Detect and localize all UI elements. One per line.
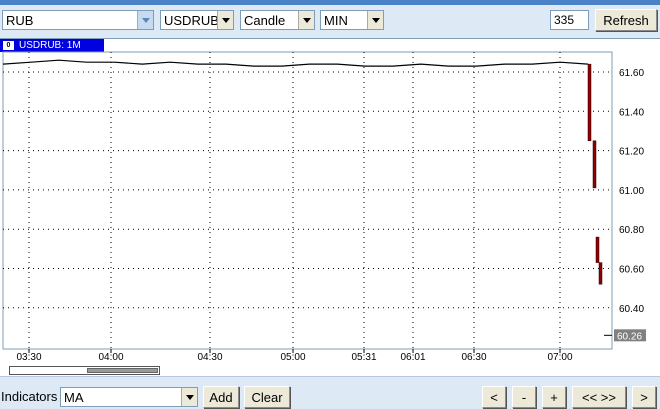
chart-type-value: Candle (244, 12, 286, 28)
candle-down (587, 63, 592, 142)
scroll-right-button[interactable]: > (632, 386, 656, 408)
candle-down (595, 236, 600, 263)
chevron-down-icon[interactable] (181, 388, 197, 406)
zoom-out-button[interactable]: - (512, 386, 536, 408)
x-tick-label: 03:30 (16, 352, 41, 363)
scroll-thumb[interactable] (87, 368, 158, 373)
chart-area[interactable]: 0 USDRUB: 1M 61.60 61.40 61.20 61.00 60.80 60… (0, 38, 660, 364)
x-tick-label: 06:01 (400, 352, 425, 363)
currency-value: RUB (6, 12, 34, 28)
chevron-down-icon[interactable] (217, 11, 233, 29)
y-tick-label: 61.40 (619, 107, 644, 118)
currency-select[interactable]: RUB (2, 10, 154, 30)
add-indicator-button[interactable]: Add (203, 386, 239, 408)
y-tick-label: 60.60 (619, 265, 644, 276)
bottom-bar: Indicators MA Add Clear < - + << >> > (0, 378, 660, 409)
zoom-in-button[interactable]: + (542, 386, 566, 408)
chevron-down-icon[interactable] (137, 11, 153, 29)
chevron-down-icon[interactable] (367, 11, 383, 29)
candle-down (592, 140, 597, 189)
clear-indicators-button[interactable]: Clear (244, 386, 290, 408)
scroll-track[interactable] (9, 366, 160, 375)
y-tick-label: 60.40 (619, 304, 644, 315)
toolbar: RUB USDRUB Candle MIN 335 Refresh (0, 5, 660, 38)
refresh-button[interactable]: Refresh (595, 9, 657, 31)
indicators-label: Indicators (1, 389, 58, 404)
scroll-left-button[interactable]: < (482, 386, 506, 408)
chart-type-select[interactable]: Candle (240, 10, 315, 30)
period-select[interactable]: MIN (320, 10, 384, 30)
plot-frame (2, 51, 613, 350)
bar-count-input[interactable]: 335 (550, 10, 589, 30)
indicator-value: MA (64, 389, 84, 405)
symbol-select[interactable]: USDRUB (160, 10, 234, 30)
y-tick-label: 61.20 (619, 147, 644, 158)
x-tick-label: 06:30 (461, 352, 486, 363)
y-tick-label: 61.00 (619, 186, 644, 197)
symbol-value: USDRUB (164, 12, 217, 28)
y-tick-label: 60.80 (619, 225, 644, 236)
price-line-series (2, 59, 589, 67)
candle-down (598, 262, 603, 285)
x-tick-label: 04:00 (98, 352, 123, 363)
fit-all-button[interactable]: << >> (572, 386, 626, 408)
x-tick-label: 04:30 (197, 352, 222, 363)
chart-scrollbar[interactable] (0, 364, 660, 377)
x-tick-label: 05:00 (280, 352, 305, 363)
y-tick-label: 61.60 (619, 68, 644, 79)
period-value: MIN (324, 12, 348, 28)
current-price-label: 60.26 (617, 331, 642, 342)
indicator-select[interactable]: MA (60, 387, 198, 407)
price-chart: 61.60 61.40 61.20 61.00 60.80 60.60 60.40 60.26… (2, 51, 646, 363)
chevron-down-icon[interactable] (298, 11, 314, 29)
x-tick-label: 07:00 (547, 352, 572, 363)
x-tick-label: 05:31 (351, 352, 376, 363)
